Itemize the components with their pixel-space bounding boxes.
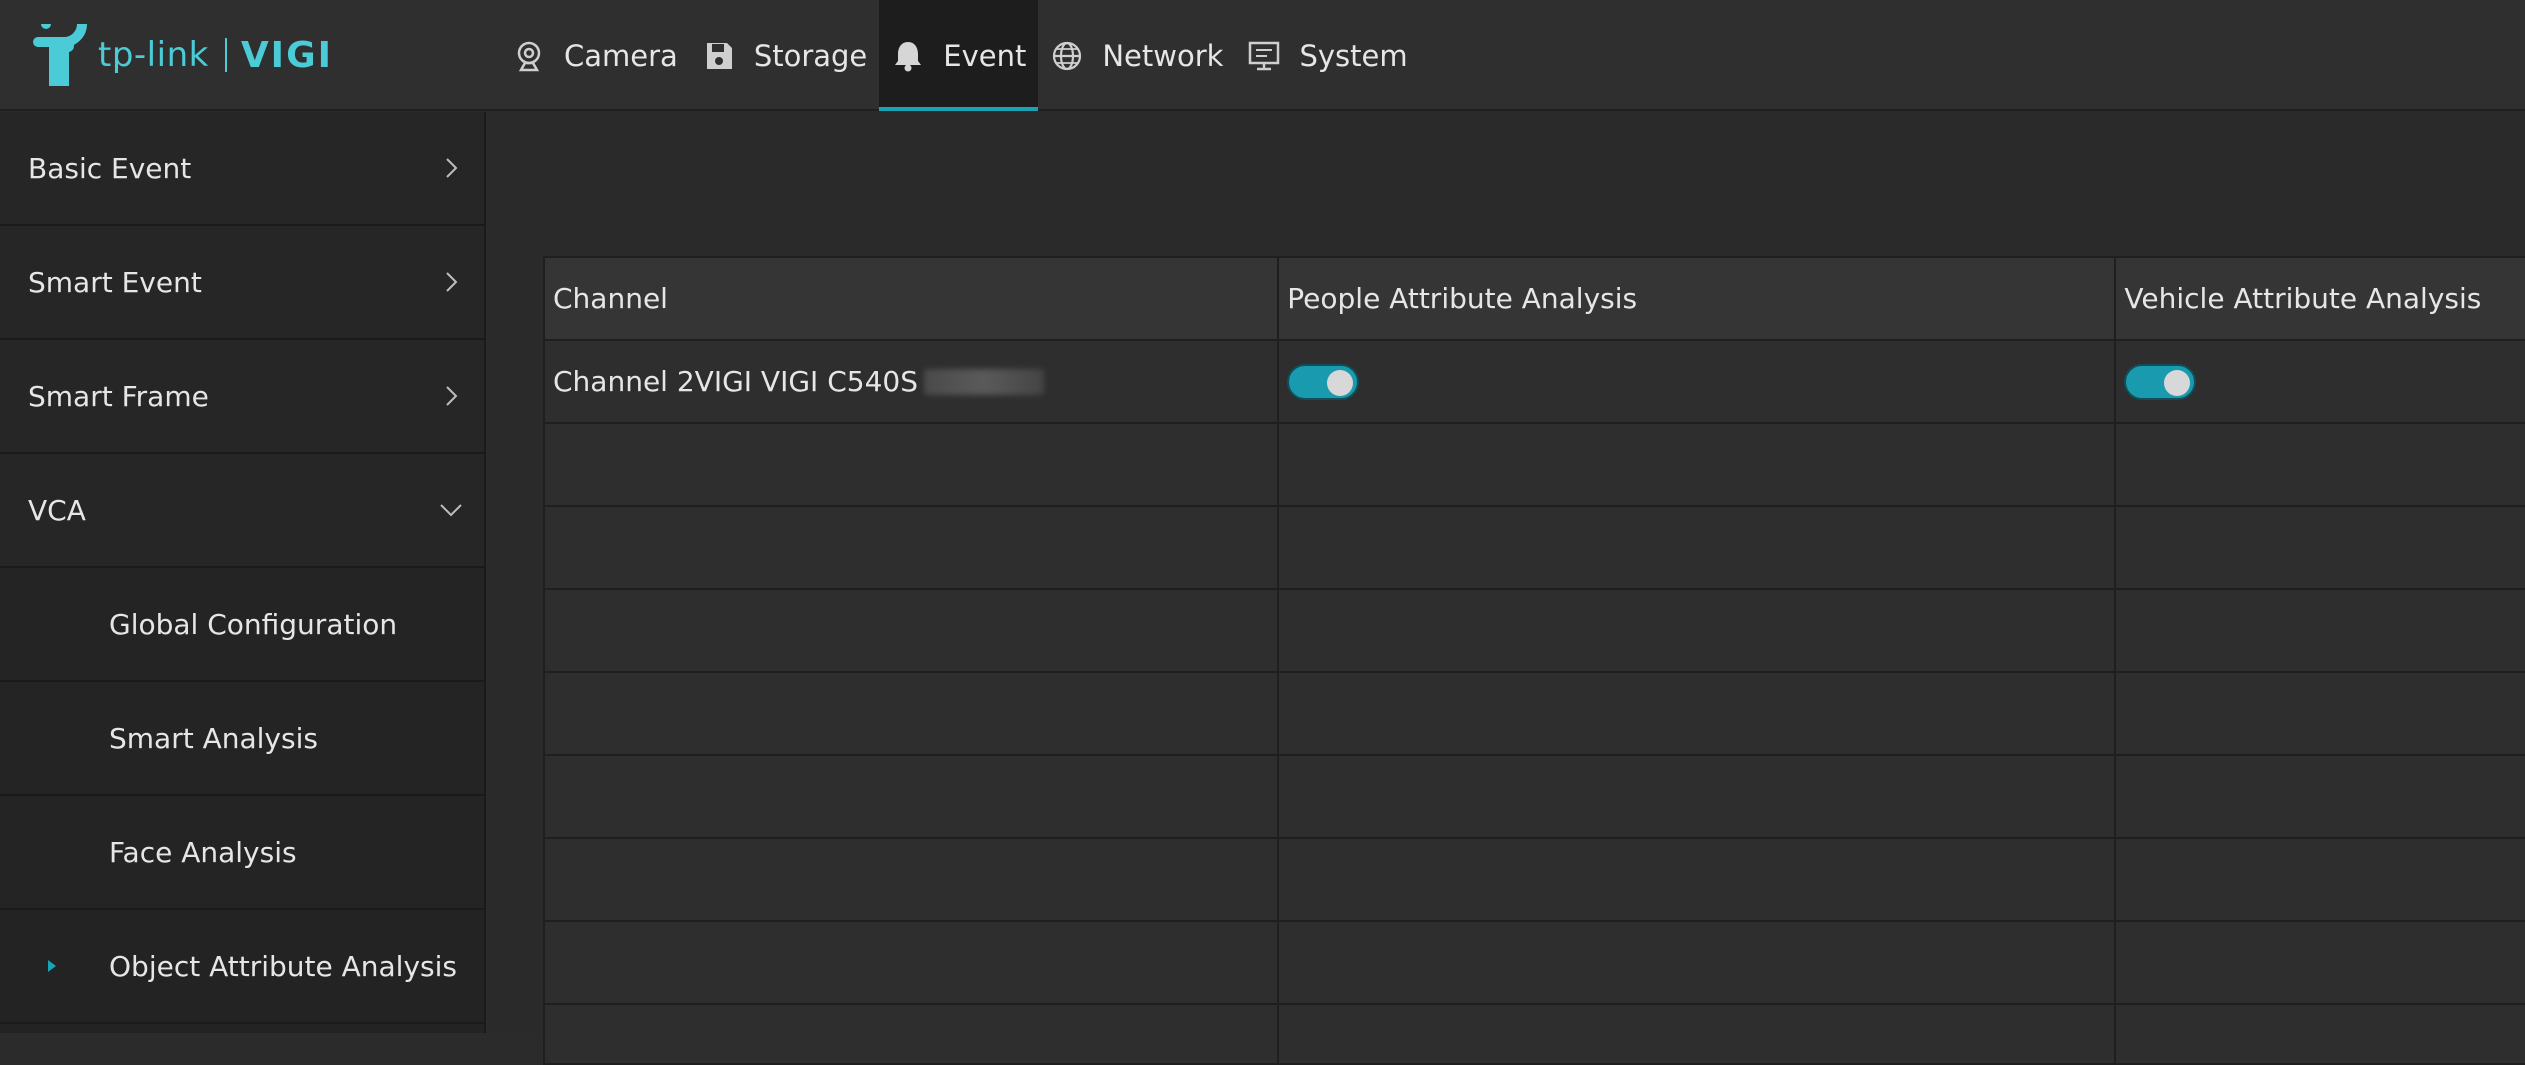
main-content: Channel People Attribute Analysis Vehicl… <box>488 112 2525 1065</box>
nav-system-label: System <box>1299 38 1408 73</box>
product-name: VIGI <box>240 34 334 76</box>
nav-network-label: Network <box>1102 38 1224 73</box>
redacted-serial <box>923 368 1044 395</box>
toggle-knob <box>2164 369 2191 396</box>
table-row-empty <box>545 1005 2525 1065</box>
attribute-analysis-table: Channel People Attribute Analysis Vehicl… <box>543 256 2525 1065</box>
column-header-vehicle-attribute-analysis: Vehicle Attribute Analysis <box>2124 282 2482 315</box>
active-caret-icon <box>48 960 56 972</box>
chevron-right-icon <box>446 272 458 292</box>
globe-icon <box>1050 39 1084 73</box>
table-row-empty <box>545 507 2525 590</box>
nav-event-label: Event <box>943 38 1027 73</box>
main-nav: Camera Storage Event Network System <box>500 0 1420 111</box>
chevron-right-icon <box>446 158 458 178</box>
sidebar-item-label: Basic Event <box>28 151 192 185</box>
tp-link-vigi-logo: tp-link VIGI <box>28 24 333 86</box>
nav-system[interactable]: System <box>1235 0 1419 111</box>
nav-event[interactable]: Event <box>879 0 1039 111</box>
vehicle-attribute-cell <box>2116 341 2525 422</box>
people-attribute-cell <box>1279 341 2117 422</box>
chevron-right-icon <box>446 386 458 406</box>
logo-divider <box>224 38 227 72</box>
vehicle-attribute-analysis-toggle[interactable] <box>2124 363 2197 400</box>
floppy-disk-icon <box>702 39 736 73</box>
table-row-empty <box>545 424 2525 507</box>
sidebar-item-smart-event[interactable]: Smart Event <box>0 226 484 340</box>
camera-icon <box>512 39 546 73</box>
sidebar-item-basic-event[interactable]: Basic Event <box>0 112 484 226</box>
brand-name: tp-link <box>98 35 209 75</box>
sidebar: Basic Event Smart Event Smart Frame VCA … <box>0 112 486 1033</box>
table-row-empty <box>545 922 2525 1005</box>
table-row-empty <box>545 673 2525 756</box>
sidebar-item-vca[interactable]: VCA <box>0 454 484 568</box>
nav-storage-label: Storage <box>753 38 868 73</box>
tp-link-logo-icon <box>33 24 87 86</box>
sidebar-item-smart-analysis[interactable]: Smart Analysis <box>0 682 484 796</box>
column-header-people-attribute-analysis: People Attribute Analysis <box>1279 258 2117 339</box>
sidebar-item-object-attribute-analysis[interactable]: Object Attribute Analysis <box>0 910 484 1024</box>
top-header: tp-link VIGI Camera Storage Event Networ… <box>0 0 2525 111</box>
sidebar-item-label: Smart Event <box>28 265 202 299</box>
table-row-empty <box>545 590 2525 673</box>
table-header-row: Channel People Attribute Analysis Vehicl… <box>545 258 2525 341</box>
nav-camera[interactable]: Camera <box>500 0 690 111</box>
channel-name: Channel 2VIGI VIGI C540S <box>553 365 918 398</box>
people-attribute-analysis-toggle[interactable] <box>1287 363 1360 400</box>
sidebar-item-label: Global Configuration <box>109 607 398 641</box>
chevron-down-icon <box>440 504 462 517</box>
table-row-empty <box>545 756 2525 839</box>
sidebar-item-global-configuration[interactable]: Global Configuration <box>0 568 484 682</box>
nav-network[interactable]: Network <box>1038 0 1235 111</box>
monitor-icon <box>1247 39 1281 73</box>
toggle-knob <box>1327 369 1354 396</box>
sidebar-item-label: Face Analysis <box>109 835 297 869</box>
sidebar-item-label: Object Attribute Analysis <box>109 949 457 983</box>
nav-camera-label: Camera <box>564 38 678 73</box>
channel-cell: Channel 2VIGI VIGI C540S <box>545 341 1280 422</box>
bell-icon <box>891 39 925 73</box>
table-row: Channel 2VIGI VIGI C540S <box>545 341 2525 424</box>
table-row-empty <box>545 839 2525 922</box>
sidebar-item-smart-frame[interactable]: Smart Frame <box>0 340 484 454</box>
sidebar-item-face-analysis[interactable]: Face Analysis <box>0 796 484 910</box>
sidebar-item-label: VCA <box>28 493 86 527</box>
nav-storage[interactable]: Storage <box>690 0 879 111</box>
sidebar-item-label: Smart Analysis <box>109 721 318 755</box>
sidebar-item-label: Smart Frame <box>28 379 209 413</box>
column-header-channel: Channel <box>545 258 1280 339</box>
